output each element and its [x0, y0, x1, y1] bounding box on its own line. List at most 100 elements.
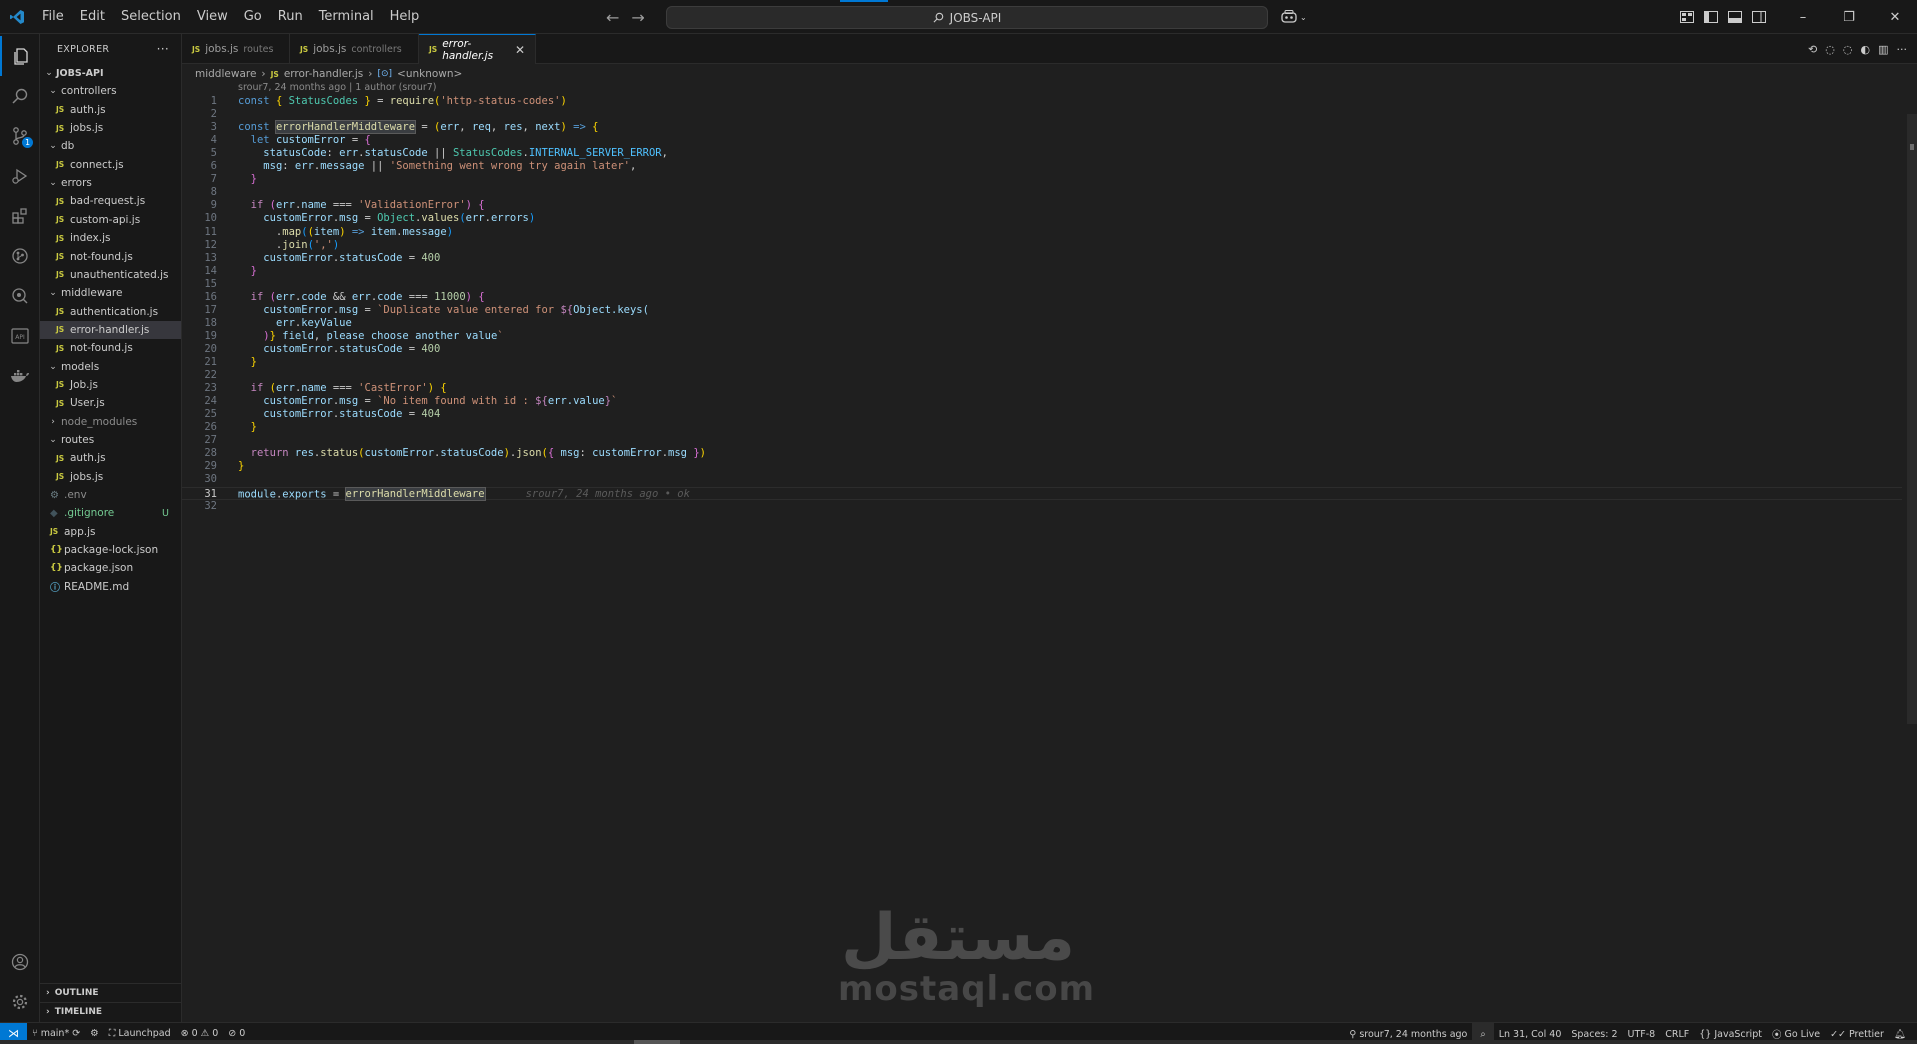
go-live-status[interactable]: ⦿ Go Live	[1767, 1027, 1825, 1042]
code-line[interactable]: 12 .join(',')	[182, 239, 1902, 252]
next-change-icon[interactable]: ◌	[1843, 43, 1853, 56]
breadcrumb-file[interactable]: error-handler.js	[284, 68, 363, 80]
git-graph-icon[interactable]	[0, 236, 40, 276]
code-line[interactable]: 17 customError.msg = `Duplicate value en…	[182, 304, 1902, 317]
encoding[interactable]: UTF-8	[1623, 1029, 1661, 1040]
code-line[interactable]: 3 const errorHandlerMiddleware = (err, re…	[182, 120, 1902, 135]
explorer-more-actions-icon[interactable]: ···	[157, 42, 169, 56]
problems-status[interactable]: ⊗ 0 ⚠ 0	[176, 1028, 224, 1039]
command-center-search[interactable]: JOBS-API	[666, 6, 1268, 29]
code-line[interactable]: 24 customError.msg = `No item found with…	[182, 395, 1902, 408]
forward-arrow-icon[interactable]: →	[631, 8, 644, 27]
menu-help[interactable]: Help	[382, 0, 428, 34]
blame-status[interactable]: ⚲ srour7, 24 months ago	[1344, 1029, 1472, 1040]
code-line[interactable]: 32	[182, 500, 1902, 513]
menu-run[interactable]: Run	[270, 0, 311, 34]
folder-controllers[interactable]: ⌄ controllers	[40, 82, 181, 100]
menu-view[interactable]: View	[189, 0, 236, 34]
code-line[interactable]: 22	[182, 369, 1902, 382]
customize-layout-icon[interactable]	[1680, 11, 1694, 23]
file-readme-md[interactable]: ⓘ README.md	[40, 578, 181, 596]
code-line[interactable]: 2	[182, 108, 1902, 121]
code-line[interactable]: 13 customError.statusCode = 400	[182, 252, 1902, 265]
code-line[interactable]: 8	[182, 186, 1902, 199]
code-line[interactable]: 6 msg: err.message || 'Something went wr…	[182, 160, 1902, 173]
file-connect-js[interactable]: JS connect.js	[40, 156, 181, 174]
folder-errors[interactable]: ⌄ errors	[40, 174, 181, 192]
code-line[interactable]: 20 customError.statusCode = 400	[182, 343, 1902, 356]
source-control-icon[interactable]: 1	[0, 116, 40, 156]
file-unauthenticated-js[interactable]: JS unauthenticated.js	[40, 266, 181, 284]
file-bad-request-js[interactable]: JS bad-request.js	[40, 192, 181, 210]
file-authentication-js[interactable]: JS authentication.js	[40, 303, 181, 321]
file-gitignore[interactable]: ◆ .gitignore U	[40, 504, 181, 522]
extensions-icon[interactable]	[0, 196, 40, 236]
code-line[interactable]: 29}	[182, 460, 1902, 473]
file-not-found-js[interactable]: JS not-found.js	[40, 248, 181, 266]
workspace-root[interactable]: ⌄ JOBS-API	[40, 64, 181, 82]
file-job-js[interactable]: JS Job.js	[40, 376, 181, 394]
code-line[interactable]: 21 }	[182, 356, 1902, 369]
manage-gear-icon[interactable]	[0, 982, 40, 1022]
file-package-lock-json[interactable]: {} package-lock.json	[40, 541, 181, 559]
code-line[interactable]: 9 if (err.name === 'ValidationError') {	[182, 199, 1902, 212]
file-error-handler-js[interactable]: JS error-handler.js	[40, 320, 181, 339]
folder-db[interactable]: ⌄ db	[40, 137, 181, 155]
remote-explorer-icon[interactable]	[0, 276, 40, 316]
folder-models[interactable]: ⌄ models	[40, 358, 181, 376]
search-view-icon[interactable]	[0, 76, 40, 116]
tab-error-handler[interactable]: JS error-handler.js ✕	[419, 34, 536, 64]
folder-routes[interactable]: ⌄ routes	[40, 431, 181, 449]
menu-terminal[interactable]: Terminal	[311, 0, 382, 34]
docker-icon[interactable]	[0, 356, 40, 396]
file-not-found-js[interactable]: JS not-found.js	[40, 339, 181, 357]
code-line[interactable]: 5 statusCode: err.statusCode || StatusCo…	[182, 147, 1902, 160]
code-line[interactable]: 18 err.keyValue	[182, 317, 1902, 330]
explorer-icon[interactable]	[0, 36, 40, 76]
copilot-menu-button[interactable]: ⌄	[1280, 8, 1312, 26]
code-line[interactable]: 30	[182, 473, 1902, 486]
notifications-bell-icon[interactable]: 🔔︎	[1889, 1029, 1911, 1040]
accounts-icon[interactable]	[0, 942, 40, 982]
code-line[interactable]: 27	[182, 434, 1902, 447]
folder-node-modules[interactable]: › node_modules	[40, 413, 181, 431]
file-custom-api-js[interactable]: JS custom-api.js	[40, 211, 181, 229]
code-line[interactable]: 15	[182, 278, 1902, 291]
file-auth-js[interactable]: JS auth.js	[40, 101, 181, 119]
toggle-panel-icon[interactable]	[1728, 11, 1742, 23]
code-line[interactable]: 4 let customError = {	[182, 134, 1902, 147]
menu-selection[interactable]: Selection	[113, 0, 189, 34]
indentation[interactable]: Spaces: 2	[1566, 1029, 1622, 1040]
close-tab-icon[interactable]: ✕	[515, 43, 525, 57]
code-line[interactable]: 19 )} field, please choose another value…	[182, 330, 1902, 343]
launchpad-status[interactable]: ⛶ Launchpad	[104, 1028, 176, 1039]
tab-jobs-routes[interactable]: JS jobs.js routes	[182, 34, 290, 64]
api-client-icon[interactable]: API	[0, 316, 40, 356]
split-editor-icon[interactable]: ▥	[1878, 43, 1888, 56]
file-user-js[interactable]: JS User.js	[40, 394, 181, 412]
toggle-primary-sidebar-icon[interactable]	[1704, 11, 1718, 23]
tab-jobs-controllers[interactable]: JS jobs.js controllers	[290, 34, 419, 64]
breadcrumb-folder[interactable]: middleware	[195, 68, 256, 80]
file-auth-js[interactable]: JS auth.js	[40, 449, 181, 467]
back-arrow-icon[interactable]: ←	[606, 8, 619, 27]
minimize-button[interactable]: –	[1780, 10, 1826, 25]
scroll-thumb[interactable]	[634, 1040, 680, 1044]
end-of-line[interactable]: CRLF	[1660, 1029, 1694, 1040]
code-line[interactable]: 23 if (err.name === 'CastError') {	[182, 382, 1902, 395]
restore-button[interactable]: ❐	[1826, 10, 1872, 25]
inline-blame-icon[interactable]: ◐	[1860, 43, 1870, 56]
menu-edit[interactable]: Edit	[72, 0, 113, 34]
file-jobs-js[interactable]: JS jobs.js	[40, 119, 181, 137]
file-index-js[interactable]: JS index.js	[40, 229, 181, 247]
debug-status[interactable]: ⚙	[85, 1028, 104, 1039]
code-line[interactable]: 26 }	[182, 421, 1902, 434]
editor-scrollbar[interactable]	[1907, 114, 1917, 724]
codelens-blame[interactable]: srour7, 24 months ago | 1 author (srour7…	[238, 81, 437, 95]
previous-change-icon[interactable]: ◌	[1825, 43, 1835, 56]
code-line[interactable]: 1 const { StatusCodes } = require('http-s…	[182, 95, 1902, 108]
menu-file[interactable]: File	[34, 0, 72, 34]
code-line[interactable]: 11 .map((item) => item.message)	[182, 226, 1902, 239]
language-mode[interactable]: {} JavaScript	[1694, 1029, 1767, 1040]
ports-status[interactable]: ⊘ 0	[223, 1028, 250, 1039]
